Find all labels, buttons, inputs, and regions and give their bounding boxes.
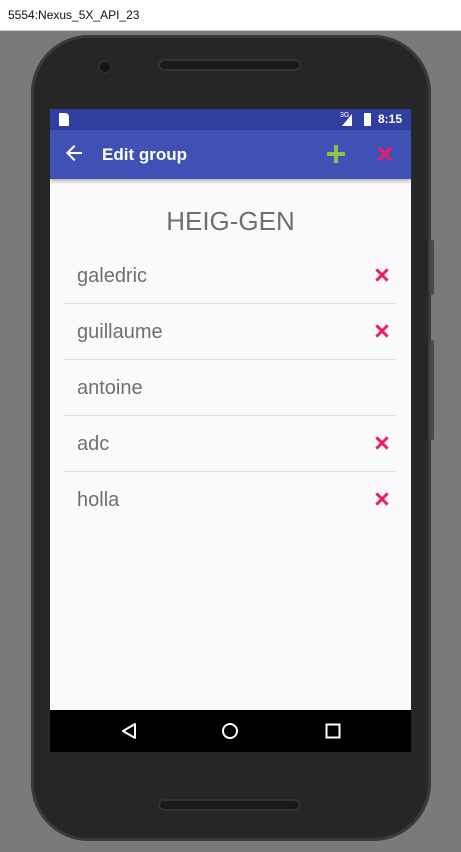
emulator-title-bar: 5554:Nexus_5X_API_23 [0,0,461,31]
list-item[interactable]: galedric [64,248,396,304]
remove-member-icon[interactable] [372,265,392,285]
power-button[interactable] [430,340,434,440]
remove-member-icon[interactable] [372,321,392,341]
member-name: antoine [77,377,143,399]
remove-member-icon[interactable] [372,489,392,509]
arrow-left-icon[interactable] [62,141,86,165]
list-item[interactable]: antoine [64,360,396,416]
list-item[interactable]: adc [64,416,396,472]
list-item[interactable]: holla [64,472,396,527]
member-name: guillaume [77,321,163,343]
battery-icon [364,113,371,126]
member-name: holla [77,489,120,511]
status-time: 8:15 [378,112,403,126]
home-icon[interactable] [221,722,239,740]
emulator-title: 5554:Nexus_5X_API_23 [8,8,140,22]
volume-button[interactable] [430,240,434,295]
status-bar: 3G 8:15 [50,109,411,130]
remove-member-icon[interactable] [372,433,392,453]
top-speaker [158,59,301,71]
bottom-speaker [158,799,301,811]
device-screen: 3G 8:15 Edit group HEIG-GEN galedric guil… [50,109,411,752]
group-name: HEIG-GEN [166,206,295,236]
close-icon[interactable] [374,143,396,165]
member-name: adc [77,433,110,455]
app-bar: Edit group [50,130,411,179]
list-item[interactable]: guillaume [64,304,396,360]
back-icon[interactable] [120,722,138,740]
sd-card-icon [59,113,69,126]
front-camera [100,62,110,72]
plus-icon[interactable] [324,142,348,166]
member-list: galedric guillaume antoine adc holla [64,248,396,527]
signal-icon [342,114,352,126]
recents-icon[interactable] [324,722,342,740]
member-name: galedric [77,265,148,287]
page-title: Edit group [102,145,187,164]
navigation-bar [50,710,411,752]
